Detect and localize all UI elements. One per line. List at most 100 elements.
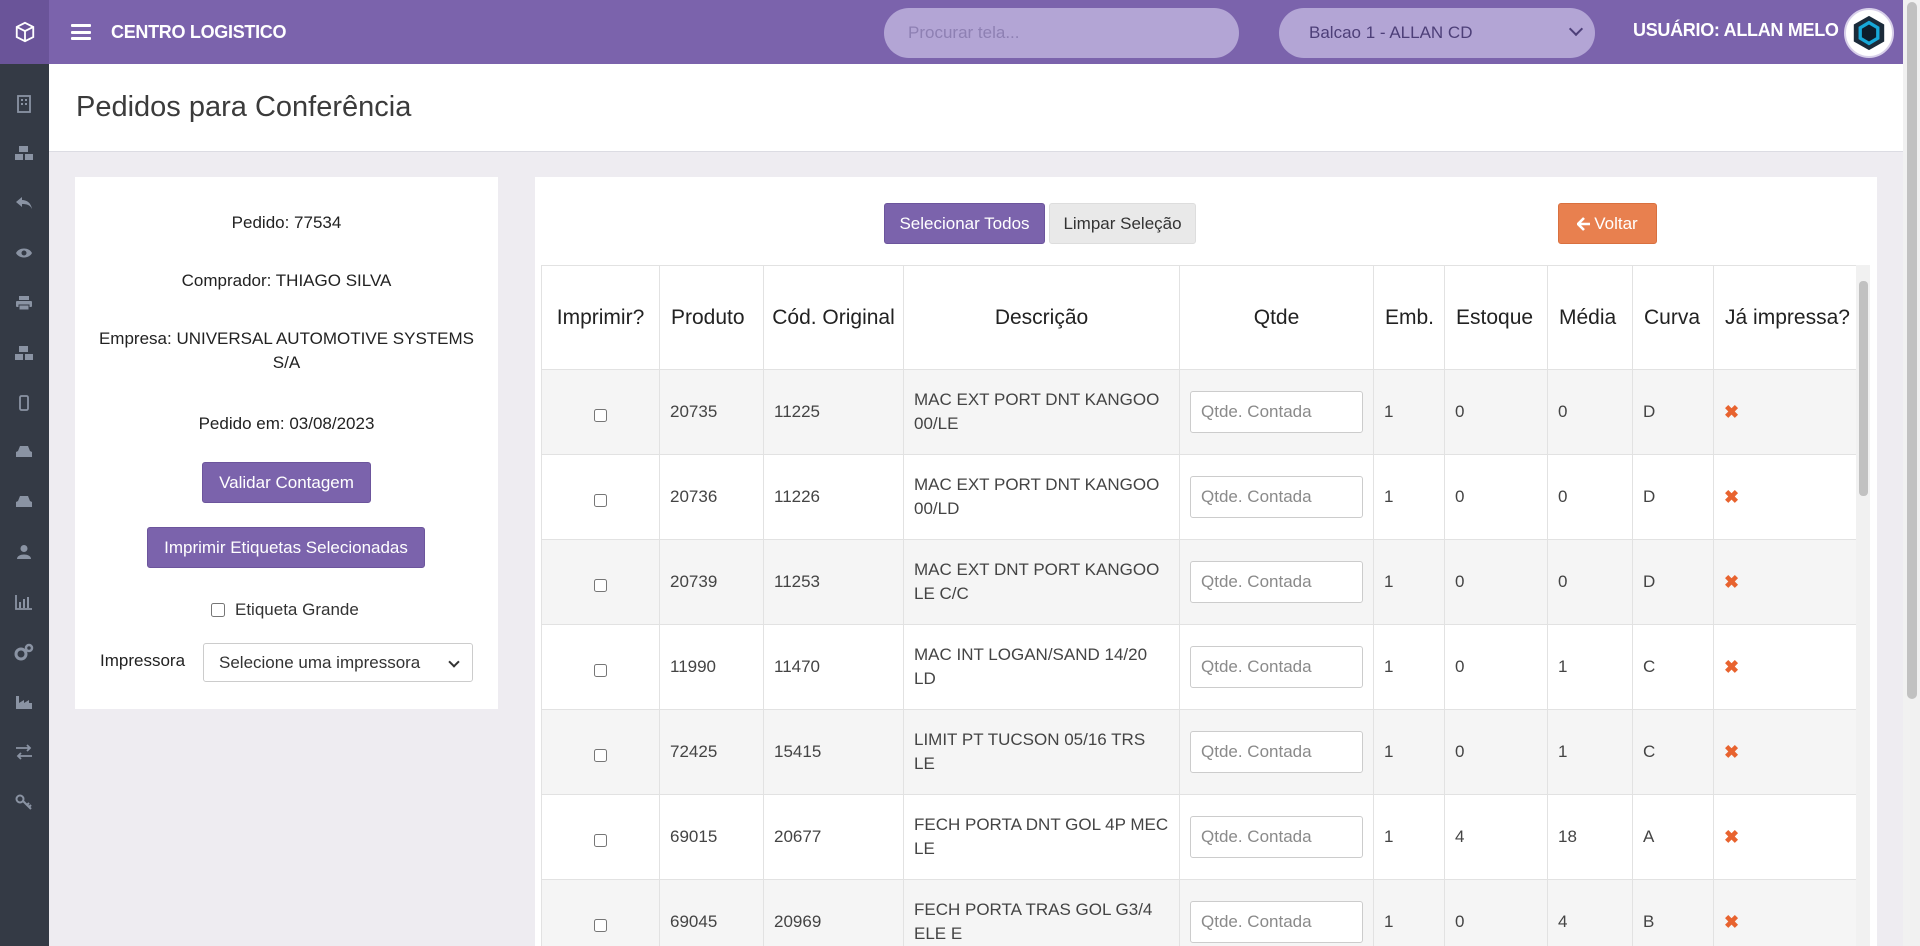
print-checkbox[interactable] — [594, 664, 607, 677]
printed-status: ✖ — [1713, 879, 1861, 946]
gears-icon[interactable] — [14, 642, 34, 662]
not-printed-x-icon: ✖ — [1724, 656, 1740, 677]
column-header: Produto — [659, 265, 764, 370]
printer-select[interactable]: Selecione uma impressora — [203, 643, 473, 682]
print-checkbox[interactable] — [594, 919, 607, 932]
not-printed-x-icon: ✖ — [1724, 486, 1740, 507]
hamburger-menu-icon[interactable] — [71, 24, 91, 40]
counted-qty-input[interactable] — [1190, 561, 1363, 603]
counted-qty-input[interactable] — [1190, 391, 1363, 433]
app-logo[interactable] — [0, 0, 49, 64]
printed-status: ✖ — [1713, 539, 1861, 625]
bar-chart-icon[interactable] — [14, 592, 34, 612]
mobile-icon[interactable] — [14, 393, 34, 413]
curve: C — [1632, 709, 1714, 795]
sidebar — [0, 64, 49, 946]
qty-cell — [1179, 709, 1374, 795]
print-checkbox[interactable] — [594, 494, 607, 507]
print-checkbox[interactable] — [594, 834, 607, 847]
back-button-label: Voltar — [1594, 213, 1638, 233]
product-code: 11990 — [659, 624, 764, 710]
table-header-row: Imprimir? Produto Cód. Original Descriçã… — [541, 265, 1861, 370]
qty-cell — [1179, 794, 1374, 880]
print-selected-labels-button[interactable]: Imprimir Etiquetas Selecionadas — [147, 527, 425, 568]
curve: B — [1632, 879, 1714, 946]
select-all-button[interactable]: Selecionar Todos — [884, 203, 1045, 244]
big-label-option[interactable]: Etiqueta Grande — [211, 600, 359, 620]
building-icon[interactable] — [14, 94, 34, 114]
printed-status: ✖ — [1713, 624, 1861, 710]
counted-qty-input[interactable] — [1190, 731, 1363, 773]
original-code: 11225 — [763, 369, 904, 455]
key-icon[interactable] — [14, 792, 34, 812]
car-icon[interactable] — [14, 442, 34, 462]
exchange-icon[interactable] — [14, 742, 34, 762]
industry-icon[interactable] — [14, 692, 34, 712]
counted-qty-input[interactable] — [1190, 476, 1363, 518]
curve: D — [1632, 539, 1714, 625]
original-code: 20969 — [763, 879, 904, 946]
cubes-icon[interactable] — [14, 343, 34, 363]
branch-select-value: Balcao 1 - ALLAN CD — [1309, 23, 1473, 42]
order-date: Pedido em: 03/08/2023 — [198, 414, 375, 433]
pack-qty: 1 — [1373, 794, 1445, 880]
description: MAC EXT PORT DNT KANGOO 00/LD — [903, 454, 1180, 540]
column-header: Qtde — [1179, 265, 1374, 370]
eye-icon[interactable] — [14, 243, 34, 263]
description: FECH PORTA TRAS GOL G3/4 ELE E — [903, 879, 1180, 946]
stock: 0 — [1444, 709, 1548, 795]
column-header: Estoque — [1444, 265, 1548, 370]
page-scrollbar-thumb[interactable] — [1907, 2, 1917, 699]
big-label-checkbox[interactable] — [211, 603, 225, 617]
back-button[interactable]: Voltar — [1558, 203, 1657, 244]
page-scrollbar[interactable] — [1903, 0, 1920, 946]
average: 0 — [1547, 369, 1633, 455]
printer-label: Impressora — [100, 651, 186, 670]
product-code: 69045 — [659, 879, 764, 946]
counted-qty-input[interactable] — [1190, 901, 1363, 943]
original-code: 11470 — [763, 624, 904, 710]
clear-selection-button[interactable]: Limpar Seleção — [1049, 203, 1196, 244]
printed-status: ✖ — [1713, 794, 1861, 880]
print-icon[interactable] — [14, 293, 34, 313]
original-code: 11226 — [763, 454, 904, 540]
stock: 0 — [1444, 624, 1548, 710]
print-checkbox[interactable] — [594, 579, 607, 592]
pack-qty: 1 — [1373, 709, 1445, 795]
car-icon[interactable] — [14, 492, 34, 512]
order-info-card: Pedido: 77534 Comprador: THIAGO SILVA Em… — [75, 177, 498, 709]
branch-select[interactable]: Balcao 1 - ALLAN CD — [1279, 8, 1595, 58]
not-printed-x-icon: ✖ — [1724, 401, 1740, 422]
not-printed-x-icon: ✖ — [1724, 741, 1740, 762]
not-printed-x-icon: ✖ — [1724, 911, 1740, 932]
table-row: 2073511225MAC EXT PORT DNT KANGOO 00/LE 1… — [541, 369, 1861, 455]
validate-count-button[interactable]: Validar Contagem — [202, 462, 371, 503]
stock: 0 — [1444, 879, 1548, 946]
counted-qty-input[interactable] — [1190, 816, 1363, 858]
counted-qty-input[interactable] — [1190, 646, 1363, 688]
qty-cell — [1179, 369, 1374, 455]
print-checkbox[interactable] — [594, 409, 607, 422]
printed-status: ✖ — [1713, 709, 1861, 795]
table-scrollbar-thumb[interactable] — [1859, 281, 1868, 496]
not-printed-x-icon: ✖ — [1724, 571, 1740, 592]
product-code: 69015 — [659, 794, 764, 880]
table-row: 1199011470MAC INT LOGAN/SAND 14/20 LD 101… — [541, 624, 1861, 710]
buyer-name: Comprador: THIAGO SILVA — [181, 271, 392, 290]
page-title: Pedidos para Conferência — [76, 91, 412, 123]
user-icon[interactable] — [14, 542, 34, 562]
screen-search-input[interactable] — [884, 8, 1239, 58]
arrow-left-icon — [1577, 216, 1591, 231]
print-cell — [541, 794, 660, 880]
boxes-icon[interactable] — [14, 143, 34, 163]
print-cell — [541, 624, 660, 710]
curve: D — [1632, 454, 1714, 540]
stock: 0 — [1444, 539, 1548, 625]
avatar[interactable] — [1844, 8, 1894, 58]
order-number: Pedido: 77534 — [231, 213, 342, 232]
average: 4 — [1547, 879, 1633, 946]
table-scrollbar[interactable] — [1856, 265, 1870, 946]
reply-icon[interactable] — [14, 193, 34, 213]
curve: D — [1632, 369, 1714, 455]
print-checkbox[interactable] — [594, 749, 607, 762]
